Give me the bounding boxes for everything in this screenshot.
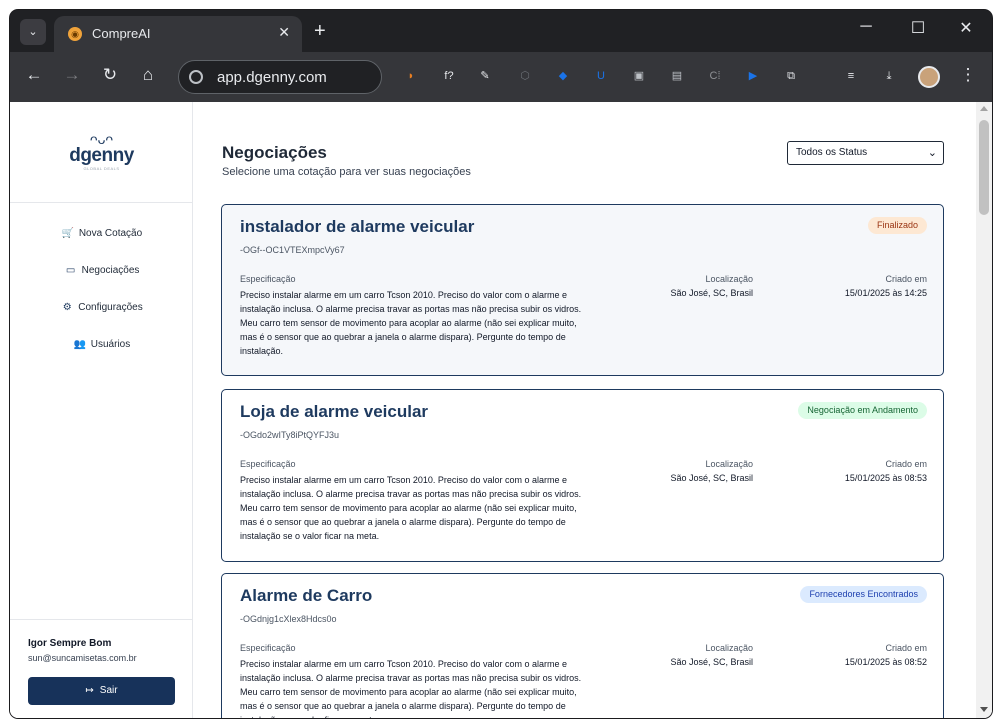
tab-strip: ⌄ ◉ CompreAI ✕ + ─ ☐ ✕ xyxy=(10,10,992,52)
ci-ext-icon[interactable]: C⁞ xyxy=(706,67,724,85)
sidebar-footer-divider xyxy=(10,619,193,620)
sidebar-item-nova-cotacao[interactable]: 🛒 Nova Cotação xyxy=(10,223,193,245)
card-id: -OGf--OC1VTEXmpcVy67 xyxy=(240,245,345,255)
brand-tagline: GLOBAL DEALS xyxy=(83,166,120,171)
spec-text: Preciso instalar alarme em um carro Tcso… xyxy=(240,290,582,356)
sidebar-item-label: Negociações xyxy=(81,265,140,276)
created-label: Criado em xyxy=(885,643,927,653)
new-tab-button[interactable]: + xyxy=(314,19,326,43)
scroll-up-icon[interactable] xyxy=(980,106,988,111)
browser-menu-icon[interactable]: ⋮ xyxy=(956,65,980,85)
sidebar-item-label: Configurações xyxy=(78,302,143,313)
forward-arrow-icon[interactable]: → xyxy=(60,65,84,85)
chat-icon: ▭ xyxy=(65,265,76,276)
media-ext-icon[interactable]: ≡ xyxy=(842,67,860,85)
home-icon[interactable]: ⌂ xyxy=(136,65,160,85)
card-title: instalador de alarme veicular xyxy=(240,217,475,236)
user-email: sun@suncamisetas.com.br xyxy=(28,653,137,663)
sidebar-item-usuarios[interactable]: 👥 Usuários xyxy=(10,334,193,356)
location-value: São José, SC, Brasil xyxy=(670,657,753,667)
users-icon: 👥 xyxy=(73,339,86,350)
sidebar: ᴖᴗᴖ dgenny GLOBAL DEALS 🛒 Nova Cotação ▭ N… xyxy=(10,102,193,718)
address-url: app.dgenny.com xyxy=(217,69,327,86)
site-info-icon[interactable] xyxy=(189,70,203,84)
location-value: São José, SC, Brasil xyxy=(670,473,753,483)
profile-avatar[interactable] xyxy=(918,66,940,88)
address-bar[interactable]: app.dgenny.com xyxy=(178,60,382,94)
hex-ext-icon[interactable]: ⬡ xyxy=(516,67,534,85)
back-arrow-icon[interactable]: ← xyxy=(22,65,46,85)
spec-text: Preciso instalar alarme em um carro Tcso… xyxy=(240,475,582,541)
card-id: -OGdnjg1cXlex8Hdcs0o xyxy=(240,614,337,624)
status-badge: Finalizado xyxy=(867,217,927,234)
spec-label: Especificação xyxy=(240,643,296,653)
logout-button[interactable]: ↦ Sair xyxy=(28,677,175,705)
status-badge: Fornecedores Encontrados xyxy=(800,586,927,603)
chevron-down-icon: ⌄ xyxy=(927,147,937,159)
browser-window: ⌄ ◉ CompreAI ✕ + ─ ☐ ✕ ← → ↻ ⌂ app.dgenn… xyxy=(10,10,992,718)
card-title: Alarme de Carro xyxy=(240,586,373,605)
page-subtitle: Selecione uma cotação para ver suas nego… xyxy=(222,166,471,178)
spec-label: Especificação xyxy=(240,274,296,284)
user-name: Igor Sempre Bom xyxy=(28,638,112,649)
maximize-button[interactable]: ☐ xyxy=(903,18,933,38)
sidebar-item-configuracoes[interactable]: ⚙ Configurações xyxy=(10,297,193,319)
close-window-button[interactable]: ✕ xyxy=(951,18,981,38)
location-label: Localização xyxy=(705,274,753,284)
sidebar-item-label: Usuários xyxy=(90,339,131,350)
cart-icon: 🛒 xyxy=(61,228,75,239)
tag-ext-icon[interactable]: ◆ xyxy=(554,67,572,85)
negotiation-card[interactable]: Alarme de Carro -OGdnjg1cXlex8Hdcs0o For… xyxy=(221,573,944,718)
profile-ext-icon[interactable]: ◗ xyxy=(402,67,420,85)
created-value: 15/01/2025 às 14:25 xyxy=(844,288,927,298)
negotiation-card[interactable]: Loja de alarme veicular -OGdo2wITy8iPtQY… xyxy=(221,389,944,562)
u-ext-icon[interactable]: U xyxy=(592,67,610,85)
tab-title: CompreAI xyxy=(92,26,151,41)
status-filter-select[interactable]: Todos os Status ⌄ xyxy=(787,141,944,165)
pen-ext-icon[interactable]: ✎ xyxy=(476,67,494,85)
status-badge: Negociação em Andamento xyxy=(798,402,927,419)
scroll-down-icon[interactable] xyxy=(980,707,988,712)
brand-name: dgenny xyxy=(69,145,134,166)
tab-close-icon[interactable]: ✕ xyxy=(278,24,290,41)
browser-toolbar: ← → ↻ ⌂ app.dgenny.com ◗ f? ✎ ⬡ ◆ U ▣ ▤ C⁞ ▶ ⧉ ≡ ⤓ ⋮ xyxy=(10,52,992,102)
card-id: -OGdo2wITy8iPtQYFJ3u xyxy=(240,430,340,440)
created-value: 15/01/2025 às 08:53 xyxy=(844,473,927,483)
shield-ext-icon[interactable]: ▤ xyxy=(668,67,686,85)
logout-icon: ↦ xyxy=(85,685,94,696)
main-content: Negociações Selecione uma cotação para v… xyxy=(194,102,976,718)
location-label: Localização xyxy=(705,643,753,653)
sidebar-divider xyxy=(10,202,193,203)
created-value: 15/01/2025 às 08:52 xyxy=(844,657,927,667)
tab-compreai[interactable]: ◉ CompreAI ✕ xyxy=(54,16,302,52)
reload-icon[interactable]: ↻ xyxy=(98,65,122,85)
page-scrollbar[interactable] xyxy=(976,102,992,718)
sidebar-item-negociacoes[interactable]: ▭ Negociações xyxy=(10,260,193,282)
tab-search-button[interactable]: ⌄ xyxy=(20,19,46,45)
minimize-button[interactable]: ─ xyxy=(851,18,881,36)
formula-ext-icon[interactable]: f? xyxy=(440,67,458,85)
page-viewport: ᴖᴗᴖ dgenny GLOBAL DEALS 🛒 Nova Cotação ▭ N… xyxy=(10,102,992,718)
gear-icon: ⚙ xyxy=(62,302,72,313)
chat-ext-icon[interactable]: ▣ xyxy=(630,67,648,85)
card-title: Loja de alarme veicular xyxy=(240,402,429,421)
spec-label: Especificação xyxy=(240,459,296,469)
status-filter-value: Todos os Status xyxy=(796,147,868,158)
scrollbar-thumb[interactable] xyxy=(979,120,989,215)
location-label: Localização xyxy=(705,459,753,469)
brand-logo[interactable]: ᴖᴗᴖ dgenny GLOBAL DEALS xyxy=(10,132,193,171)
page-title: Negociações xyxy=(222,143,327,162)
sidebar-item-label: Nova Cotação xyxy=(78,228,143,239)
created-label: Criado em xyxy=(885,459,927,469)
play-ext-icon[interactable]: ▶ xyxy=(744,67,762,85)
negotiation-card[interactable]: instalador de alarme veicular -OGf--OC1V… xyxy=(221,204,944,376)
owl-logo-icon: ᴖᴗᴖ xyxy=(89,131,114,147)
spec-text: Preciso instalar alarme em um carro Tcso… xyxy=(240,659,582,718)
owl-favicon-icon: ◉ xyxy=(68,27,82,41)
location-value: São José, SC, Brasil xyxy=(670,288,753,298)
logout-label: Sair xyxy=(99,685,118,696)
download-icon[interactable]: ⤓ xyxy=(880,67,898,85)
puzzle-ext-icon[interactable]: ⧉ xyxy=(782,67,800,85)
created-label: Criado em xyxy=(885,274,927,284)
